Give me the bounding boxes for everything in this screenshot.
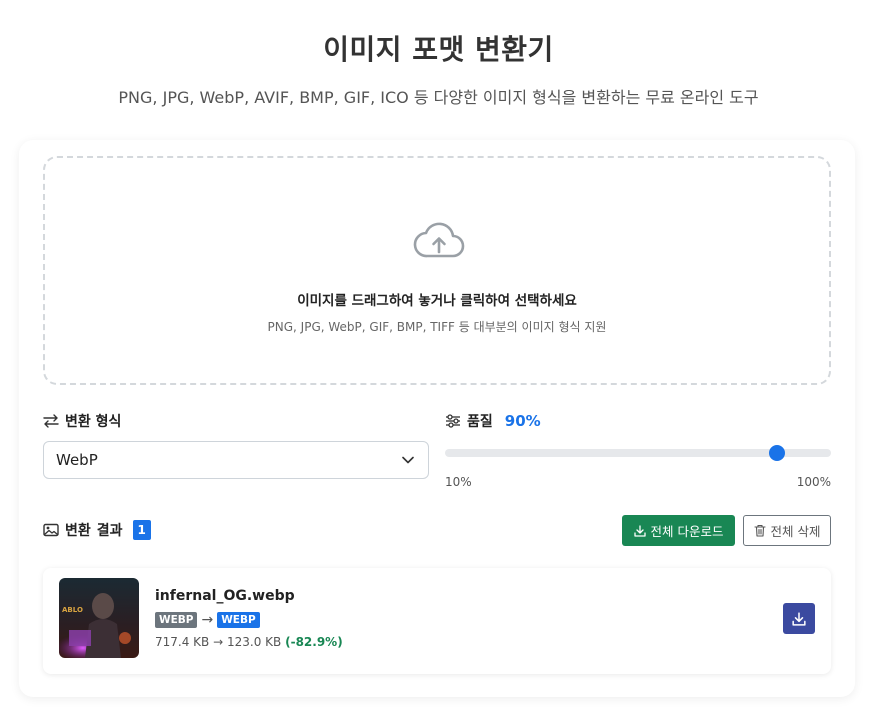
dropzone-hint: PNG, JPG, WebP, GIF, BMP, TIFF 등 대부분의 이미…	[267, 320, 607, 334]
target-format-badge: WEBP	[217, 612, 260, 628]
cloud-upload-icon	[413, 222, 465, 258]
quality-max-label: 100%	[796, 475, 831, 489]
format-select-value: WebP	[56, 451, 98, 469]
delete-all-label: 전체 삭제	[770, 524, 821, 539]
download-icon	[792, 611, 806, 626]
file-name: infernal_OG.webp	[155, 588, 295, 604]
chevron-down-icon	[402, 456, 414, 464]
converted-size: 123.0 KB	[227, 635, 282, 649]
trash-icon	[753, 524, 766, 537]
size-arrow: →	[213, 635, 224, 649]
dropzone-title: 이미지를 드래그하여 놓거나 클릭하여 선택하세요	[297, 293, 577, 309]
source-format-badge: WEBP	[155, 612, 198, 628]
upload-dropzone[interactable]: 이미지를 드래그하여 놓거나 클릭하여 선택하세요 PNG, JPG, WebP…	[43, 156, 831, 385]
file-size-info: 717.4 KB → 123.0 KB (-82.9%)	[155, 635, 343, 649]
page-subtitle: PNG, JPG, WebP, AVIF, BMP, GIF, ICO 등 다양…	[118, 88, 759, 107]
sliders-icon	[446, 414, 460, 428]
file-result-card: ABLO infernal_OG.webp WEBP → WEBP 717.4 …	[43, 568, 831, 674]
quality-label-text: 품질	[467, 414, 493, 430]
quality-slider-thumb[interactable]	[768, 445, 785, 461]
svg-text:ABLO: ABLO	[62, 606, 83, 614]
results-prefix: 변환	[65, 523, 91, 539]
size-reduction: (-82.9%)	[285, 635, 343, 649]
results-count-badge: 1	[132, 520, 151, 540]
quality-value: 90%	[504, 412, 541, 430]
original-size: 717.4 KB	[155, 635, 210, 649]
delete-all-button[interactable]: 전체 삭제	[743, 515, 831, 546]
quality-label: 품질 90%	[445, 411, 541, 431]
page-title: 이미지 포맷 변환기	[323, 33, 554, 66]
download-file-button[interactable]	[783, 603, 815, 634]
results-label: 변환 결과 1	[43, 520, 151, 540]
results-label-text: 결과	[96, 523, 123, 539]
swap-arrows-icon	[43, 414, 59, 428]
format-label-text: 변환 형식	[65, 414, 122, 430]
download-all-button[interactable]: 전체 다운로드	[622, 515, 735, 546]
images-icon	[43, 523, 59, 537]
quality-min-label: 10%	[445, 475, 472, 489]
format-conversion: WEBP → WEBP	[155, 612, 260, 628]
download-all-label: 전체 다운로드	[650, 524, 724, 539]
file-thumbnail: ABLO	[59, 578, 139, 658]
format-select[interactable]: WebP	[43, 441, 429, 479]
format-label: 변환 형식	[43, 411, 121, 431]
download-icon	[633, 524, 646, 537]
conversion-arrow: →	[201, 612, 214, 628]
